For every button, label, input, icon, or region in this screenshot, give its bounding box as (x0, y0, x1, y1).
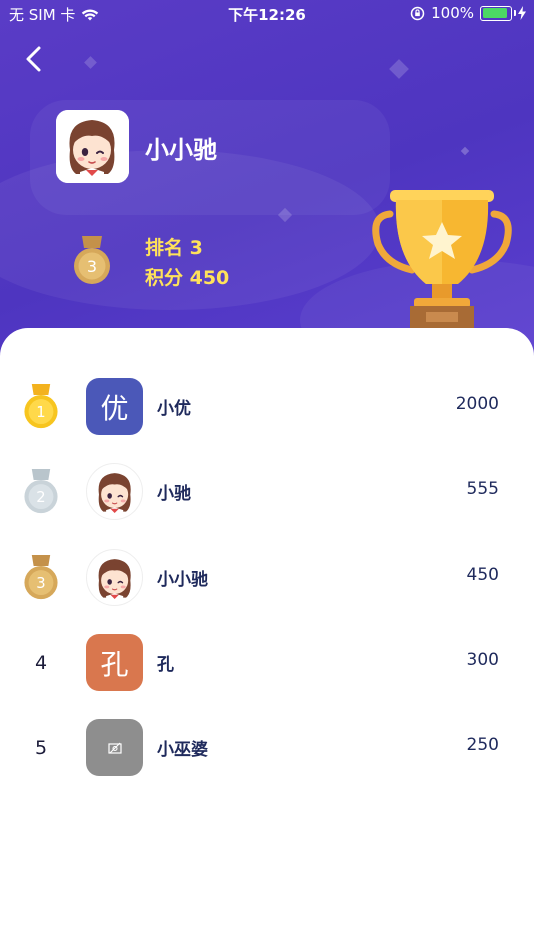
player-name: 小巫婆 (157, 740, 208, 760)
player-score: 2000 (455, 394, 499, 414)
player-name: 小优 (157, 399, 191, 419)
player-score: 450 (466, 565, 499, 585)
broken-image-icon (107, 742, 122, 754)
player-score: 250 (466, 735, 499, 755)
status-bar: 无 SIM 卡 下午12:26 100% (0, 0, 534, 28)
battery-percent: 100% (431, 4, 474, 22)
list-item[interactable]: 1 优 小优 2000 (0, 376, 534, 436)
rank-badge: 4 (20, 640, 62, 686)
user-avatar (56, 110, 129, 183)
player-name: 小驰 (157, 484, 191, 504)
rank-badge: 1 (20, 384, 62, 430)
rank-number: 3 (36, 575, 45, 592)
gold-medal-icon: 1 (24, 384, 58, 429)
avatar-initial: 优 (100, 391, 129, 425)
girl-avatar-icon (98, 472, 131, 518)
silver-medal-icon: 2 (24, 469, 58, 514)
list-item[interactable]: 2 小驰 555 (0, 461, 534, 521)
user-name: 小小驰 (145, 136, 217, 164)
girl-avatar-icon (56, 110, 129, 183)
player-name: 小小驰 (157, 570, 208, 590)
list-item[interactable]: 3 小小驰 450 (0, 547, 534, 607)
player-score: 555 (466, 479, 499, 499)
bronze-medal-icon: 3 (24, 555, 58, 600)
rank-number: 1 (36, 404, 45, 421)
charging-icon (518, 6, 526, 20)
player-name: 孔 (157, 655, 174, 675)
rank-badge: 2 (20, 469, 62, 515)
avatar: 优 (86, 378, 143, 435)
list-item[interactable]: 4 孔 孔 300 (0, 632, 534, 692)
rank-badge: 3 (20, 555, 62, 601)
my-score: 积分 450 (145, 267, 230, 289)
avatar-initial: 孔 (100, 647, 129, 681)
back-button[interactable] (22, 42, 52, 76)
trophy-icon (372, 190, 512, 330)
avatar: 孔 (86, 634, 143, 691)
girl-avatar-icon (98, 558, 131, 604)
list-item[interactable]: 5 小巫婆 250 (0, 717, 534, 777)
my-medal-number: 3 (87, 257, 97, 276)
avatar (86, 549, 143, 606)
rank-number: 5 (34, 737, 48, 759)
my-rank: 排名 3 (145, 237, 203, 259)
orientation-lock-icon (410, 6, 425, 20)
rank-number: 4 (34, 652, 48, 674)
player-score: 300 (466, 650, 499, 670)
rank-number: 2 (36, 489, 45, 506)
battery-icon (480, 5, 516, 21)
bronze-medal-icon: 3 (74, 236, 110, 284)
rank-badge: 5 (20, 725, 62, 771)
avatar (86, 463, 143, 520)
chevron-left-icon (26, 46, 41, 72)
avatar (86, 719, 143, 776)
